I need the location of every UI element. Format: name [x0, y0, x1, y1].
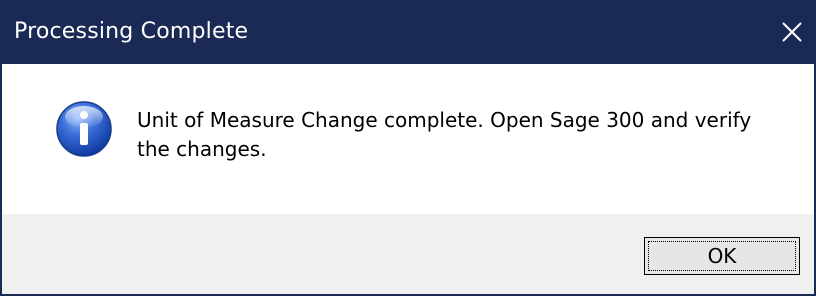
- message-line-2: the changes.: [137, 137, 267, 161]
- button-bar: OK: [2, 214, 814, 294]
- ok-button[interactable]: OK: [644, 237, 800, 275]
- message-dialog: Processing Complete Unit of Measure Chan…: [0, 0, 816, 296]
- dialog-title: Processing Complete: [14, 19, 249, 44]
- message-line-1: Unit of Measure Change complete. Open Sa…: [137, 108, 752, 132]
- ok-button-label: OK: [648, 241, 796, 271]
- close-icon: [782, 22, 802, 42]
- title-bar[interactable]: Processing Complete: [0, 0, 816, 64]
- close-button[interactable]: [768, 0, 816, 64]
- message-text: Unit of Measure Change complete. Open Sa…: [137, 106, 777, 164]
- info-icon: [56, 101, 112, 157]
- dialog-content: Unit of Measure Change complete. Open Sa…: [2, 64, 814, 214]
